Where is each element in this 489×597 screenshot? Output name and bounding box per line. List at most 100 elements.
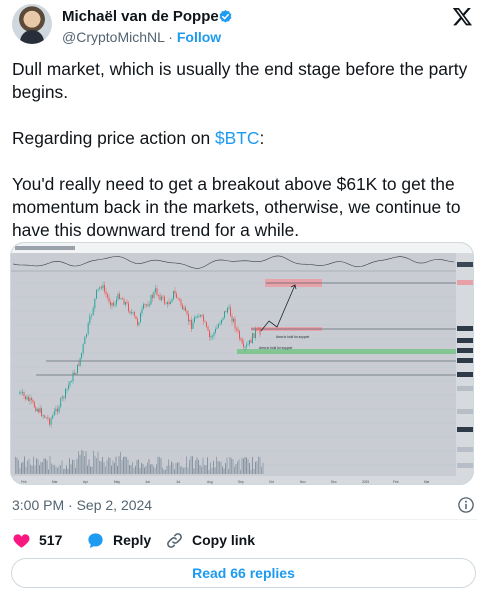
candle-body bbox=[39, 408, 41, 413]
volume-bar bbox=[39, 465, 40, 474]
chart-image[interactable]: Area to hold for support Area to hold fo… bbox=[10, 242, 474, 485]
candle-body bbox=[173, 290, 174, 300]
volume-bar bbox=[156, 464, 157, 474]
candle-body bbox=[52, 415, 54, 419]
volume-bar bbox=[147, 462, 148, 474]
cashtag-link[interactable]: $BTC bbox=[215, 128, 259, 148]
candle-body bbox=[159, 295, 161, 300]
candle-body bbox=[111, 302, 113, 306]
candle-body bbox=[108, 297, 110, 303]
author-handle[interactable]: @CryptoMichNL bbox=[62, 29, 164, 45]
volume-bar bbox=[244, 456, 246, 474]
volume-bar bbox=[174, 469, 175, 474]
candle-body bbox=[191, 319, 192, 329]
candle-body bbox=[104, 285, 105, 292]
copy-link-button[interactable]: Copy link bbox=[165, 529, 255, 551]
annotation-label-2: Area to hold for support bbox=[259, 346, 292, 350]
candle-body bbox=[233, 318, 234, 322]
candle-body bbox=[129, 311, 131, 314]
price-label-chip bbox=[457, 280, 473, 285]
candle-body bbox=[33, 401, 35, 408]
volume-bar bbox=[153, 466, 154, 474]
candle-body bbox=[82, 344, 84, 353]
volume-bar bbox=[25, 466, 27, 474]
timestamp[interactable]: 3:00 PM · Sep 2, 2024 bbox=[12, 497, 152, 513]
candle-body bbox=[228, 307, 230, 309]
volume-bar bbox=[70, 464, 72, 474]
volume-bar bbox=[225, 463, 226, 474]
candle-body bbox=[61, 396, 63, 399]
candle-body bbox=[19, 392, 20, 394]
candle-body bbox=[125, 302, 126, 305]
volume-bar bbox=[88, 459, 90, 474]
candle-body bbox=[203, 315, 204, 322]
candle-body bbox=[244, 346, 246, 348]
candle-body bbox=[225, 311, 227, 313]
volume-bar bbox=[124, 456, 126, 474]
volume-bar bbox=[69, 458, 70, 474]
time-axis-label: 2025 bbox=[362, 480, 369, 484]
author-name[interactable]: Michaël van de Poppe bbox=[62, 8, 219, 25]
candle-body bbox=[218, 324, 219, 328]
volume-bar bbox=[43, 458, 45, 474]
candle-body bbox=[180, 299, 182, 306]
volume-bar bbox=[105, 466, 106, 474]
volume-bar bbox=[175, 463, 177, 474]
volume-bar bbox=[54, 464, 55, 474]
volume-bar bbox=[76, 458, 78, 474]
volume-bar bbox=[16, 457, 18, 474]
candle-body bbox=[146, 304, 147, 306]
time-axis-label: May bbox=[114, 480, 120, 484]
like-count: 517 bbox=[39, 532, 63, 548]
time-axis-label: Jun bbox=[145, 480, 150, 484]
candle-body bbox=[222, 317, 224, 320]
info-icon[interactable] bbox=[457, 496, 475, 514]
volume-bar bbox=[246, 457, 247, 474]
candle-body bbox=[176, 293, 177, 298]
follow-button[interactable]: Follow bbox=[177, 29, 221, 45]
candle-body bbox=[31, 398, 32, 400]
candle-body bbox=[123, 299, 125, 305]
candle-body bbox=[241, 339, 243, 344]
volume-bar bbox=[135, 465, 136, 474]
volume-bar bbox=[181, 466, 183, 474]
candle-body bbox=[259, 329, 261, 335]
volume-bar bbox=[190, 456, 192, 474]
volume-bar bbox=[243, 458, 244, 474]
read-replies-button[interactable]: Read 66 replies bbox=[11, 558, 476, 588]
candle-body bbox=[188, 314, 189, 322]
volume-bar bbox=[34, 465, 36, 474]
candle-body bbox=[38, 409, 40, 413]
x-logo-icon[interactable] bbox=[452, 6, 473, 27]
candle-body bbox=[186, 311, 188, 315]
volume-bar bbox=[157, 456, 159, 474]
volume-bar bbox=[228, 469, 229, 474]
candle-body bbox=[113, 302, 114, 306]
candle-body bbox=[50, 418, 52, 425]
volume-bar bbox=[18, 460, 19, 474]
like-button[interactable]: 517 bbox=[12, 529, 62, 551]
volume-bar bbox=[261, 466, 262, 474]
candle-body bbox=[77, 364, 78, 374]
volume-bar bbox=[48, 469, 49, 474]
volume-bar bbox=[214, 467, 216, 474]
candle-body bbox=[101, 287, 102, 289]
candle-body bbox=[45, 417, 47, 419]
candle-body bbox=[256, 328, 258, 330]
volume-bar bbox=[63, 469, 64, 474]
candle-body bbox=[79, 357, 81, 366]
volume-bar bbox=[102, 457, 103, 474]
avatar[interactable] bbox=[12, 4, 52, 44]
volume-bar bbox=[196, 457, 198, 474]
candle-body bbox=[161, 296, 162, 300]
volume-bar bbox=[103, 462, 105, 474]
time-axis-label: Sep bbox=[238, 480, 244, 484]
candle-body bbox=[249, 340, 250, 345]
separator-dot: · bbox=[164, 29, 177, 45]
volume-bar bbox=[262, 462, 264, 474]
candle-body bbox=[179, 298, 180, 300]
time-axis-label: Aug bbox=[207, 480, 213, 484]
candle-body bbox=[137, 319, 138, 325]
reply-button[interactable]: Reply bbox=[86, 529, 151, 551]
volume-bar bbox=[213, 460, 214, 474]
